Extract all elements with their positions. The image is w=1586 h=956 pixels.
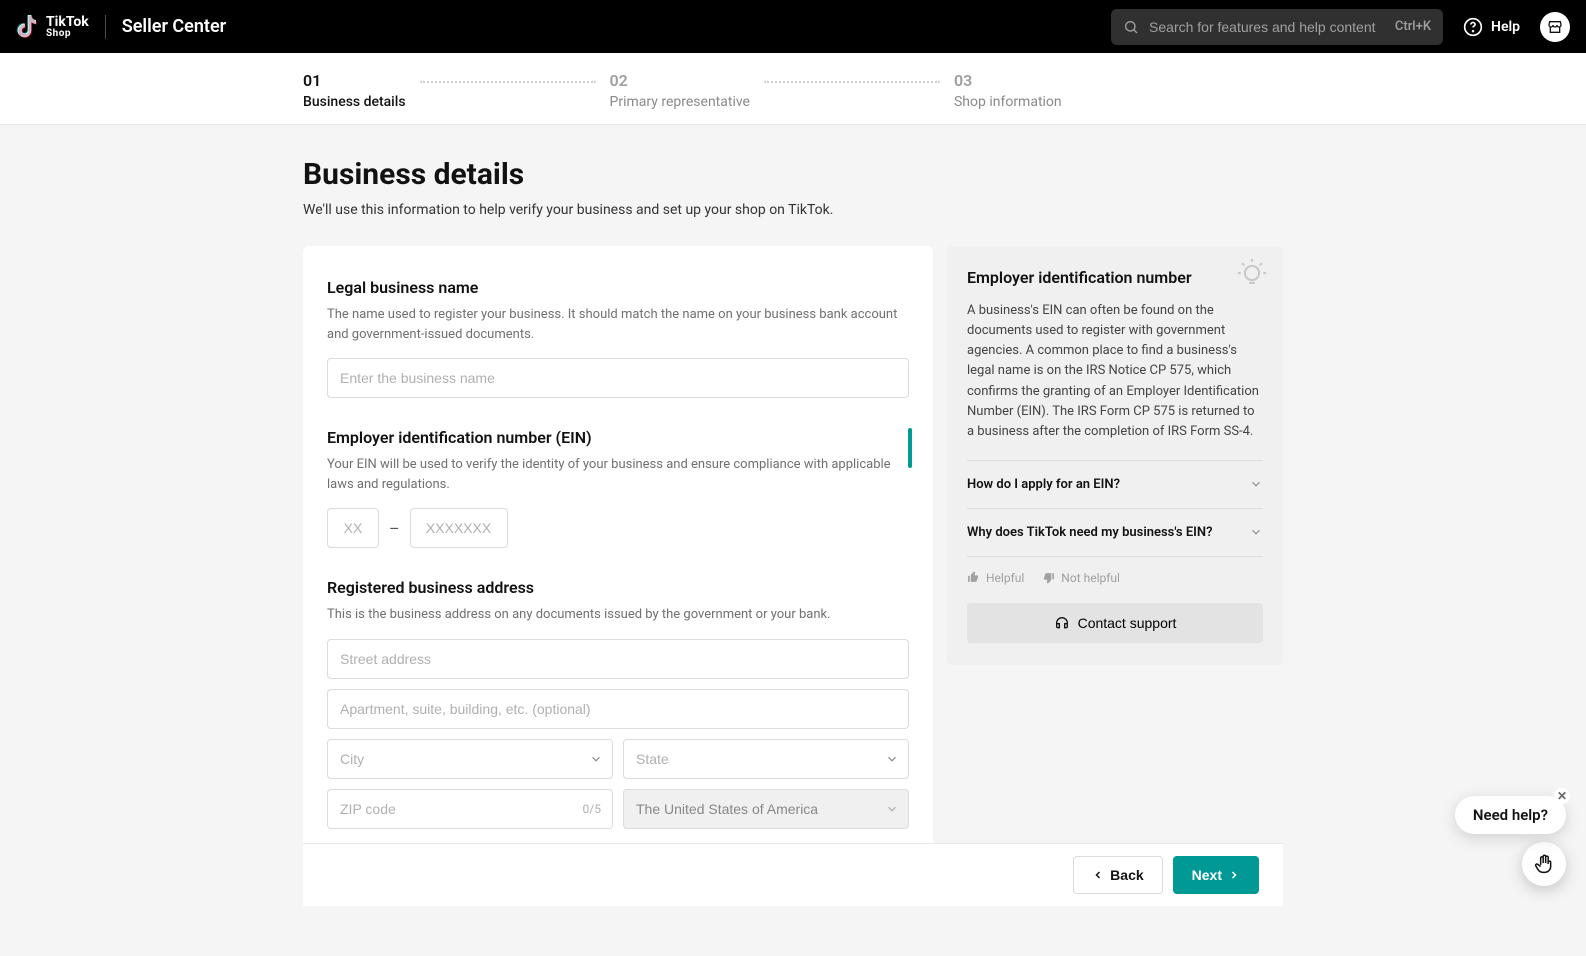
address-desc: This is the business address on any docu… — [327, 605, 909, 625]
address-title: Registered business address — [327, 578, 909, 597]
help-fab[interactable] — [1522, 842, 1566, 886]
step-shop-info: 03 Shop information — [954, 71, 1062, 110]
help-widget: Need help? ✕ — [1455, 796, 1566, 886]
street-input[interactable] — [327, 639, 909, 679]
step-connector — [764, 81, 940, 83]
state-select-value[interactable] — [623, 739, 909, 779]
brand-secondary: Shop — [46, 29, 89, 39]
account-avatar[interactable] — [1540, 12, 1570, 42]
help-link[interactable]: Help — [1463, 17, 1520, 37]
ein-separator: – — [389, 519, 400, 538]
next-button[interactable]: Next — [1173, 856, 1259, 894]
chevron-left-icon — [1092, 869, 1104, 881]
hand-icon — [1534, 854, 1554, 874]
search-icon — [1123, 19, 1139, 35]
help-bubble[interactable]: Need help? ✕ — [1455, 796, 1566, 834]
ein-title: Employer identification number (EIN) — [327, 428, 909, 447]
zip-field: 0/5 — [327, 789, 613, 829]
chevron-right-icon — [1228, 869, 1240, 881]
help-panel-body: A business's EIN can often be found on t… — [967, 301, 1263, 442]
feedback-helpful[interactable]: Helpful — [967, 571, 1024, 585]
app-title[interactable]: Seller Center — [122, 16, 226, 37]
help-label: Help — [1491, 19, 1520, 35]
zip-char-count: 0/5 — [583, 802, 601, 816]
active-section-indicator — [908, 428, 912, 468]
form-footer: Back Next — [303, 843, 1283, 906]
step-business-details: 01 Business details — [303, 71, 406, 110]
progress-stepper: 01 Business details 02 Primary represent… — [0, 53, 1586, 125]
legal-name-title: Legal business name — [327, 278, 909, 297]
tiktok-icon — [16, 15, 38, 39]
country-select — [623, 789, 909, 829]
help-icon — [1463, 17, 1483, 37]
lightbulb-icon — [1235, 256, 1269, 290]
legal-name-desc: The name used to register your business.… — [327, 305, 909, 344]
city-select-value[interactable] — [327, 739, 613, 779]
brand-logo[interactable]: TikTok Shop — [16, 15, 89, 39]
business-form: Legal business name The name used to reg… — [303, 246, 933, 894]
help-panel-title: Employer identification number — [967, 268, 1263, 287]
app-header: TikTok Shop Seller Center Ctrl+K Help — [0, 0, 1586, 53]
step-primary-rep: 02 Primary representative — [610, 71, 750, 110]
header-divider — [105, 15, 106, 39]
search-input[interactable] — [1149, 19, 1385, 35]
search-shortcut: Ctrl+K — [1395, 19, 1431, 34]
chevron-down-icon — [1249, 477, 1263, 491]
contact-support-button[interactable]: Contact support — [967, 603, 1263, 643]
close-icon[interactable]: ✕ — [1554, 788, 1570, 804]
page-title: Business details — [303, 157, 1283, 192]
global-search[interactable]: Ctrl+K — [1111, 9, 1443, 45]
headset-icon — [1054, 615, 1070, 631]
state-select[interactable] — [623, 739, 909, 779]
chevron-down-icon — [1249, 525, 1263, 539]
feedback-not-helpful[interactable]: Not helpful — [1042, 571, 1120, 585]
legal-name-input[interactable] — [327, 358, 909, 398]
apartment-input[interactable] — [327, 689, 909, 729]
brand-primary: TikTok — [46, 15, 89, 29]
zip-input[interactable] — [327, 789, 613, 829]
thumbs-down-icon — [1042, 571, 1055, 584]
help-accordion-apply-ein[interactable]: How do I apply for an EIN? — [967, 461, 1263, 508]
ein-suffix-input[interactable] — [410, 508, 508, 548]
city-select[interactable] — [327, 739, 613, 779]
thumbs-up-icon — [967, 571, 980, 584]
step-connector — [420, 81, 596, 83]
page-subtitle: We'll use this information to help verif… — [303, 202, 1283, 218]
help-accordion-why-ein[interactable]: Why does TikTok need my business's EIN? — [967, 509, 1263, 556]
ein-prefix-input[interactable] — [327, 508, 379, 548]
shop-icon — [1547, 19, 1563, 35]
back-button[interactable]: Back — [1073, 856, 1162, 894]
ein-desc: Your EIN will be used to verify the iden… — [327, 455, 909, 494]
country-value — [623, 789, 909, 829]
help-panel: Employer identification number A busines… — [947, 246, 1283, 665]
